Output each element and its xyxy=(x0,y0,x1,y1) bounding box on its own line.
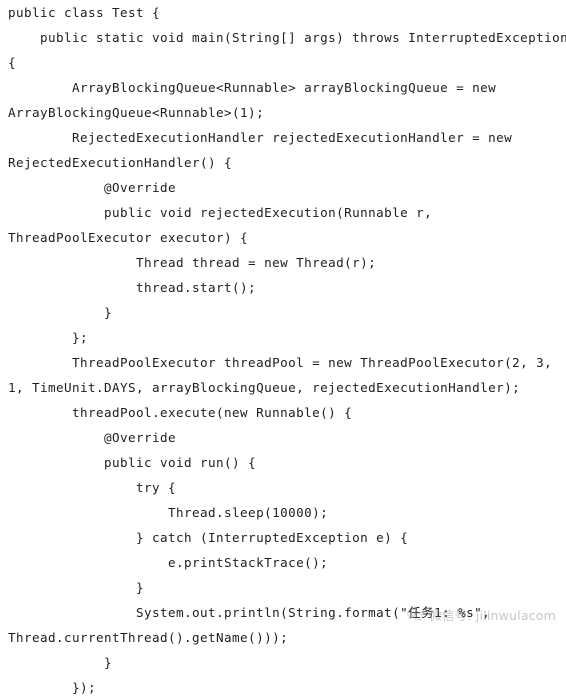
code-line: } xyxy=(8,580,145,595)
code-line: ThreadPoolExecutor executor) { xyxy=(8,230,249,245)
code-line: } xyxy=(8,655,113,670)
code-line: }); xyxy=(8,680,97,695)
code-line: public static void main(String[] args) t… xyxy=(8,30,566,45)
code-line: thread.start(); xyxy=(8,280,257,295)
code-listing: public class Test { public static void m… xyxy=(0,0,566,700)
code-line: threadPool.execute(new Runnable() { xyxy=(8,405,353,420)
wechat-logo-icon xyxy=(407,608,423,621)
code-line: public void run() { xyxy=(8,455,257,470)
code-line: Thread.currentThread().getName())); xyxy=(8,630,289,645)
code-line: public class Test { xyxy=(8,5,161,20)
code-line: try { xyxy=(8,480,177,495)
code-line: RejectedExecutionHandler() { xyxy=(8,155,233,170)
code-line: @Override xyxy=(8,180,177,195)
code-line: } xyxy=(8,305,113,320)
code-line: @Override xyxy=(8,430,177,445)
code-line: public void rejectedExecution(Runnable r… xyxy=(8,205,433,220)
watermark-text: 微信号: jilinwulacom xyxy=(429,608,556,623)
code-line: Thread thread = new Thread(r); xyxy=(8,255,377,270)
code-line: }; xyxy=(8,330,89,345)
code-line: { xyxy=(8,55,17,70)
code-line: e.printStackTrace(); xyxy=(8,555,329,570)
code-line: 1, TimeUnit.DAYS, arrayBlockingQueue, re… xyxy=(8,380,521,395)
code-line: RejectedExecutionHandler rejectedExecuti… xyxy=(8,130,513,145)
code-line: ArrayBlockingQueue<Runnable> arrayBlocki… xyxy=(8,80,497,95)
code-line: Thread.sleep(10000); xyxy=(8,505,329,520)
code-line: } catch (InterruptedException e) { xyxy=(8,530,409,545)
code-line: ArrayBlockingQueue<Runnable>(1); xyxy=(8,105,265,120)
watermark: 微信号: jilinwulacom xyxy=(406,605,556,624)
code-line: ThreadPoolExecutor threadPool = new Thre… xyxy=(8,355,553,370)
